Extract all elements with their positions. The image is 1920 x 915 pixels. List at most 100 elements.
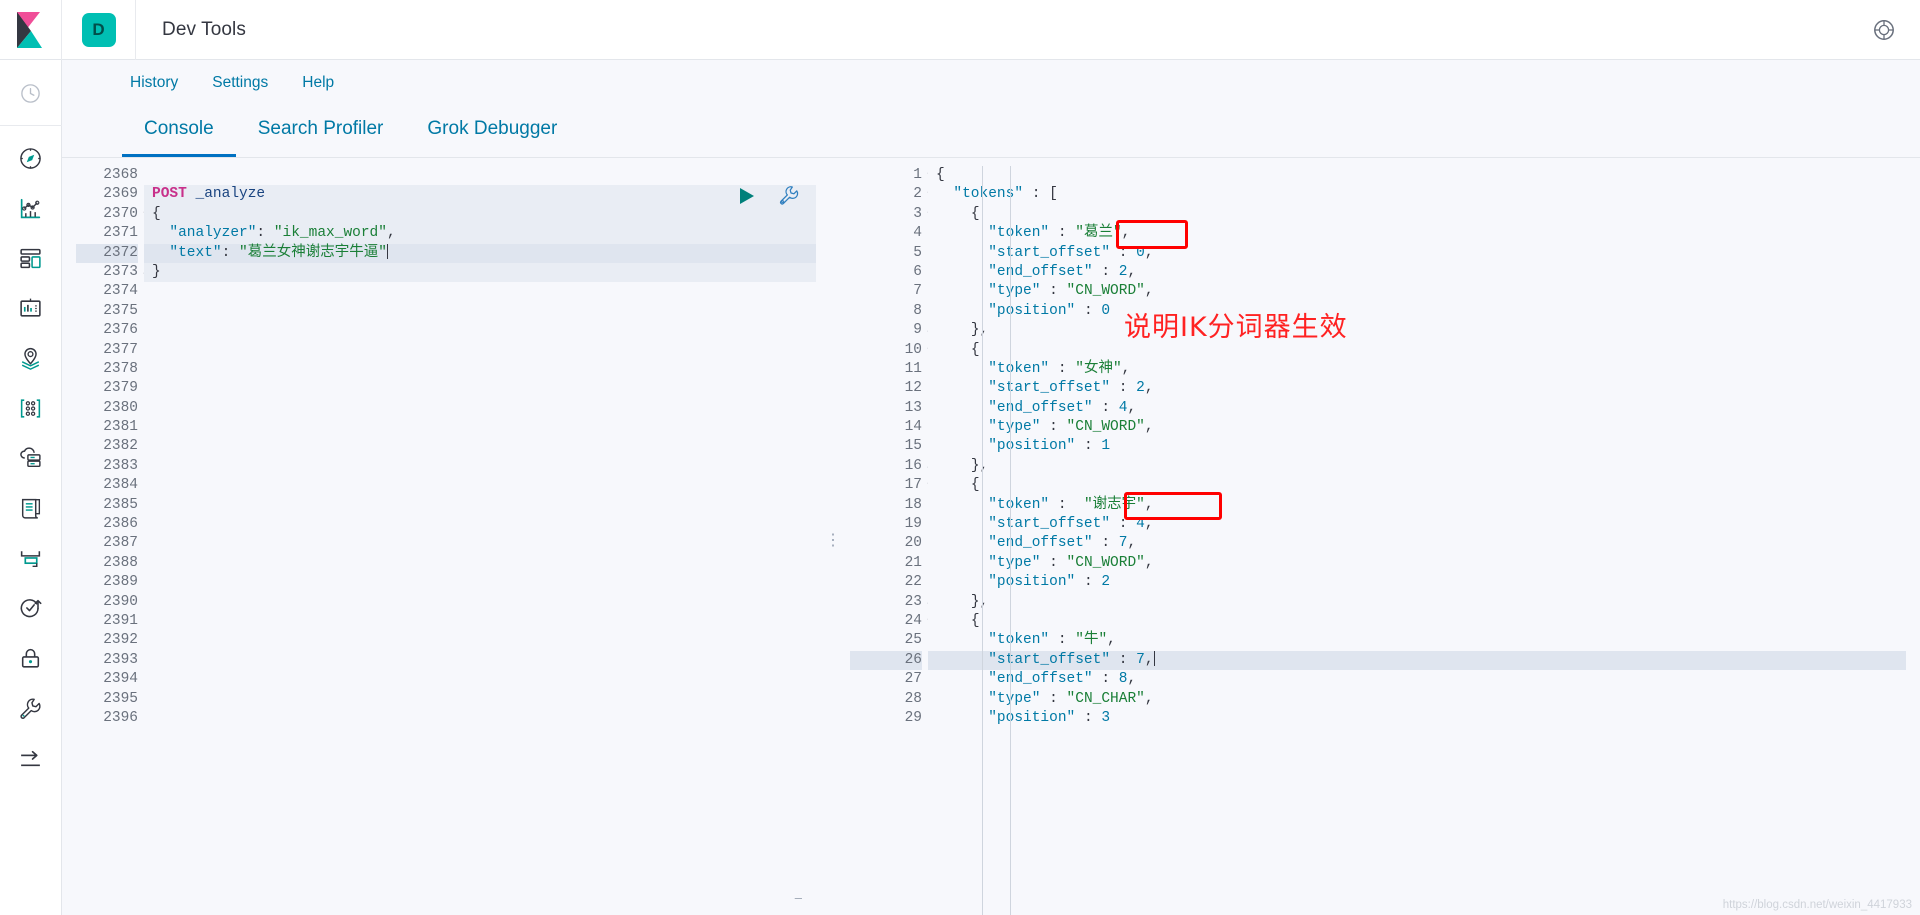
sidebar-item-recently-viewed[interactable] [0, 68, 62, 118]
response-code-line[interactable]: "type" : "CN_CHAR", [928, 690, 1906, 709]
response-code-line[interactable]: "tokens" : [ [928, 185, 1906, 204]
sidebar-item-siem[interactable] [0, 633, 62, 683]
kibana-logo-cell[interactable] [0, 0, 62, 60]
response-code-line[interactable]: "position" : 3 [928, 709, 1906, 728]
editor-code-line[interactable] [144, 341, 816, 360]
request-editor[interactable]: POST _analyze{ "analyzer": "ik_max_word"… [144, 166, 816, 915]
editor-code-line[interactable] [144, 554, 816, 573]
response-code-line[interactable]: "type" : "CN_WORD", [928, 554, 1906, 573]
sidebar-item-collapse-nav[interactable] [0, 733, 62, 783]
editor-line-number: 2375 [103, 302, 138, 319]
editor-code-line[interactable] [144, 496, 816, 515]
response-code-line[interactable]: "start_offset" : 7, [928, 650, 1906, 671]
editor-code-line[interactable] [144, 437, 816, 456]
response-pane[interactable]: 1▾2▾3▾4 5 6 7 8 9▴10▾11 12 13 14 15 16▴17▾18 19 20 21… [850, 166, 1906, 915]
response-code-line[interactable]: "position" : 2 [928, 573, 1906, 592]
editor-code-line[interactable] [144, 282, 816, 301]
response-code-line[interactable]: "end_offset" : 2, [928, 263, 1906, 282]
response-line-number: 7 [913, 283, 922, 300]
pane-splitter[interactable]: ⋮ [816, 166, 850, 915]
editor-code-line[interactable] [144, 651, 816, 670]
editor-code-line[interactable] [144, 418, 816, 437]
response-code-line[interactable]: "position" : 0 [928, 302, 1906, 321]
response-code-line[interactable]: "token" : "女神", [928, 360, 1906, 379]
editor-code-line[interactable]: { [144, 204, 816, 225]
editor-code-line[interactable] [144, 321, 816, 340]
editor-code-line[interactable] [144, 399, 816, 418]
sidebar-item-machine-learning[interactable] [0, 383, 62, 433]
editor-code-line[interactable] [144, 166, 816, 185]
response-code-line[interactable]: }, [928, 593, 1906, 612]
response-code-line[interactable]: "start_offset" : 4, [928, 515, 1906, 534]
tab-console[interactable]: Console [122, 118, 236, 157]
response-code-line[interactable]: }, [928, 321, 1906, 340]
response-code-line[interactable]: "token" : "谢志宇", [928, 496, 1906, 515]
sidebar-item-discover[interactable] [0, 133, 62, 183]
editor-code-line[interactable] [144, 631, 816, 650]
response-code-line[interactable]: "end_offset" : 7, [928, 534, 1906, 553]
editor-code-line[interactable] [144, 457, 816, 476]
menu-help[interactable]: Help [302, 74, 334, 92]
sidebar-item-dashboard[interactable] [0, 233, 62, 283]
editor-code-line[interactable] [144, 476, 816, 495]
response-output[interactable]: { "tokens" : [ { "token" : "葛兰", "start_… [928, 166, 1906, 915]
top-header-bar: D Dev Tools [0, 0, 1920, 60]
menu-history[interactable]: History [130, 74, 178, 92]
response-code-line[interactable]: { [928, 612, 1906, 631]
sidebar-item-infrastructure[interactable] [0, 433, 62, 483]
editor-code-line[interactable] [144, 573, 816, 592]
response-code-line[interactable]: { [928, 166, 1906, 185]
recently-viewed-clock-icon [21, 83, 40, 103]
editor-code-line[interactable]: "analyzer": "ik_max_word", [144, 224, 816, 244]
response-code-line[interactable]: "token" : "葛兰", [928, 224, 1906, 243]
sidebar-item-visualize[interactable] [0, 183, 62, 233]
editor-code-line[interactable] [144, 534, 816, 553]
editor-line-number: 2388 [103, 554, 138, 571]
editor-settings-button[interactable] [777, 184, 800, 212]
menu-settings[interactable]: Settings [212, 74, 268, 92]
response-code-line[interactable]: { [928, 341, 1906, 360]
sidebar-item-apm[interactable] [0, 533, 62, 583]
editor-line-number: 2382 [103, 438, 138, 455]
response-code-line[interactable]: "token" : "牛", [928, 631, 1906, 650]
sidebar-item-uptime[interactable] [0, 583, 62, 633]
send-request-button[interactable] [735, 185, 757, 212]
response-code-line[interactable]: "start_offset" : 2, [928, 379, 1906, 398]
editor-code-line[interactable] [144, 515, 816, 534]
editor-code-line[interactable] [144, 593, 816, 612]
editor-line-number: 2381 [103, 419, 138, 436]
help-button[interactable] [1848, 0, 1920, 60]
maps-location-layers-icon [21, 347, 40, 370]
tab-grok-debugger[interactable]: Grok Debugger [405, 118, 579, 157]
sidebar-item-logs[interactable] [0, 483, 62, 533]
response-code-line[interactable]: }, [928, 457, 1906, 476]
request-editor-pane[interactable]: 2368 2369 2370▾237123722373▴2374 2375 2376 23… [76, 166, 816, 915]
editor-code-line[interactable]: POST _analyze [144, 185, 816, 205]
editor-code-line[interactable] [144, 709, 816, 728]
sidebar-item-maps[interactable] [0, 333, 62, 383]
response-code-line[interactable]: "end_offset" : 8, [928, 670, 1906, 689]
editor-code-line[interactable]: } [144, 262, 816, 283]
response-line-number: 12 [904, 380, 922, 397]
editor-code-line[interactable] [144, 302, 816, 321]
response-code-line[interactable]: { [928, 205, 1906, 224]
response-code-line[interactable]: "end_offset" : 4, [928, 399, 1906, 418]
editor-resize-handle[interactable]: – [795, 890, 802, 905]
discover-compass-icon [20, 147, 41, 169]
editor-code-line[interactable] [144, 612, 816, 631]
editor-code-line[interactable] [144, 379, 816, 398]
response-code-line[interactable]: { [928, 476, 1906, 495]
editor-code-line[interactable]: "text": "葛兰女神谢志宇牛逼" [144, 243, 816, 263]
tab-search-profiler[interactable]: Search Profiler [236, 118, 406, 157]
response-code-line[interactable]: "type" : "CN_WORD", [928, 418, 1906, 437]
editor-code-line[interactable] [144, 670, 816, 689]
response-code-line[interactable]: "type" : "CN_WORD", [928, 282, 1906, 301]
editor-code-line[interactable] [144, 690, 816, 709]
page-title: Dev Tools [162, 18, 246, 40]
sidebar-item-canvas[interactable] [0, 283, 62, 333]
response-code-line[interactable]: "start_offset" : 0, [928, 244, 1906, 263]
editor-code-line[interactable] [144, 360, 816, 379]
sidebar-item-dev-tools[interactable] [0, 683, 62, 733]
response-code-line[interactable]: "position" : 1 [928, 437, 1906, 456]
wrench-icon [780, 186, 799, 205]
